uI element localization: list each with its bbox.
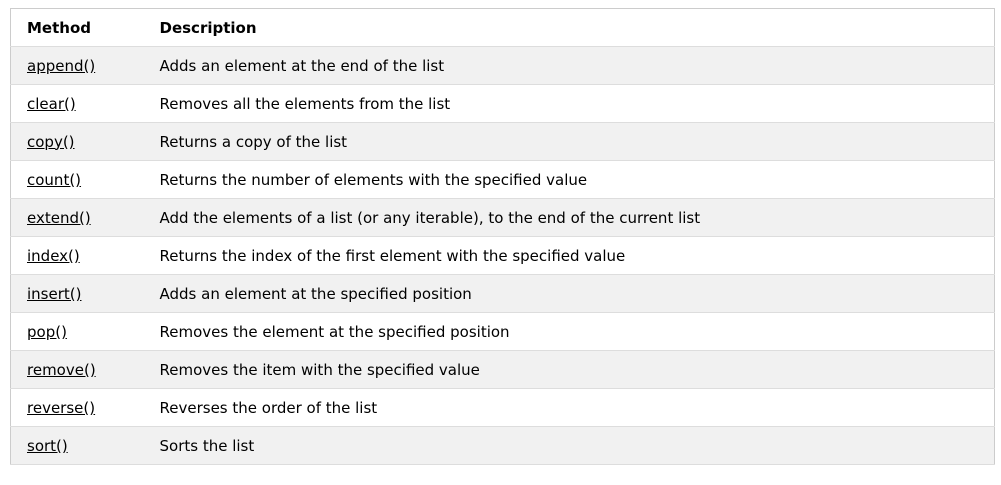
method-cell: count() xyxy=(10,160,144,199)
method-cell: extend() xyxy=(10,198,144,237)
method-link-count[interactable]: count() xyxy=(27,171,81,189)
table-row: sort() Sorts the list xyxy=(10,426,995,465)
method-cell: sort() xyxy=(10,426,144,465)
methods-table-container: Method Description append() Adds an elem… xyxy=(10,8,995,465)
description-cell: Removes the element at the specified pos… xyxy=(143,312,995,351)
method-cell: remove() xyxy=(10,350,144,389)
table-row: pop() Removes the element at the specifi… xyxy=(10,312,995,351)
method-link-remove[interactable]: remove() xyxy=(27,361,96,379)
method-cell: insert() xyxy=(10,274,144,313)
method-cell: copy() xyxy=(10,122,144,161)
method-link-pop[interactable]: pop() xyxy=(27,323,67,341)
table-row: append() Adds an element at the end of t… xyxy=(10,46,995,85)
method-cell: index() xyxy=(10,236,144,275)
table-row: remove() Removes the item with the speci… xyxy=(10,350,995,389)
method-cell: pop() xyxy=(10,312,144,351)
table-row: index() Returns the index of the first e… xyxy=(10,236,995,275)
method-link-extend[interactable]: extend() xyxy=(27,209,91,227)
description-column-header: Description xyxy=(143,8,995,47)
table-row: copy() Returns a copy of the list xyxy=(10,122,995,161)
method-link-copy[interactable]: copy() xyxy=(27,133,75,151)
method-link-clear[interactable]: clear() xyxy=(27,95,76,113)
table-header-row: Method Description xyxy=(10,8,995,47)
method-cell: reverse() xyxy=(10,388,144,427)
list-methods-table: Method Description append() Adds an elem… xyxy=(10,8,995,465)
method-cell: append() xyxy=(10,46,144,85)
description-cell: Removes all the elements from the list xyxy=(143,84,995,123)
description-cell: Add the elements of a list (or any itera… xyxy=(143,198,995,237)
table-row: reverse() Reverses the order of the list xyxy=(10,388,995,427)
method-link-index[interactable]: index() xyxy=(27,247,80,265)
description-cell: Sorts the list xyxy=(143,426,995,465)
method-link-append[interactable]: append() xyxy=(27,57,95,75)
table-row: extend() Add the elements of a list (or … xyxy=(10,198,995,237)
table-row: clear() Removes all the elements from th… xyxy=(10,84,995,123)
description-cell: Removes the item with the specified valu… xyxy=(143,350,995,389)
description-cell: Adds an element at the specified positio… xyxy=(143,274,995,313)
method-link-reverse[interactable]: reverse() xyxy=(27,399,95,417)
method-link-insert[interactable]: insert() xyxy=(27,285,81,303)
description-cell: Returns a copy of the list xyxy=(143,122,995,161)
description-cell: Reverses the order of the list xyxy=(143,388,995,427)
description-cell: Adds an element at the end of the list xyxy=(143,46,995,85)
table-row: count() Returns the number of elements w… xyxy=(10,160,995,199)
method-cell: clear() xyxy=(10,84,144,123)
table-row: insert() Adds an element at the specifie… xyxy=(10,274,995,313)
description-cell: Returns the index of the first element w… xyxy=(143,236,995,275)
method-column-header: Method xyxy=(10,8,144,47)
description-cell: Returns the number of elements with the … xyxy=(143,160,995,199)
table-body: append() Adds an element at the end of t… xyxy=(10,46,995,465)
method-link-sort[interactable]: sort() xyxy=(27,437,68,455)
